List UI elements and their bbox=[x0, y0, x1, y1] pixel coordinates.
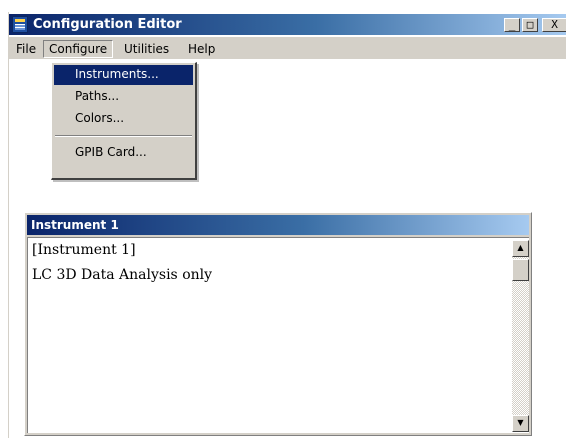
menu-configure[interactable]: Configure bbox=[43, 40, 114, 58]
editor-line-section: [Instrument 1] bbox=[32, 242, 136, 258]
scroll-thumb[interactable] bbox=[512, 259, 529, 281]
menu-bar: File Configure Utilities Help bbox=[9, 37, 566, 59]
menu-item-gpib-card[interactable]: GPIB Card... bbox=[54, 143, 193, 163]
menu-help[interactable]: Help bbox=[183, 40, 220, 58]
menu-file[interactable]: File bbox=[11, 40, 41, 58]
instrument-window: Instrument 1 [Instrument 1] LC 3D Data A… bbox=[24, 212, 532, 436]
configure-dropdown-menu: Instruments... Paths... Colors... GPIB C… bbox=[51, 62, 197, 180]
scroll-down-arrow-icon[interactable]: ▼ bbox=[512, 415, 529, 432]
editor-line-description: LC 3D Data Analysis only bbox=[32, 267, 213, 283]
app-icon[interactable] bbox=[12, 16, 28, 33]
window-title: Configuration Editor bbox=[33, 17, 182, 32]
menu-item-colors[interactable]: Colors... bbox=[54, 109, 193, 129]
menu-item-instruments[interactable]: Instruments... bbox=[54, 65, 193, 85]
minimize-button[interactable]: _ bbox=[504, 18, 520, 32]
main-window: Configuration Editor _ □ X File Configur… bbox=[8, 12, 566, 438]
menu-separator bbox=[55, 135, 192, 137]
title-bar[interactable]: Configuration Editor _ □ X bbox=[9, 14, 566, 35]
close-button[interactable]: X bbox=[542, 18, 566, 32]
instrument-window-title[interactable]: Instrument 1 bbox=[27, 215, 529, 235]
menu-item-paths[interactable]: Paths... bbox=[54, 87, 193, 107]
maximize-button[interactable]: □ bbox=[522, 18, 538, 32]
scroll-up-arrow-icon[interactable]: ▲ bbox=[512, 240, 529, 257]
menu-utilities[interactable]: Utilities bbox=[119, 40, 174, 58]
config-text-area[interactable]: [Instrument 1] LC 3D Data Analysis only … bbox=[27, 237, 529, 433]
vertical-scrollbar[interactable]: ▲ ▼ bbox=[512, 240, 529, 432]
